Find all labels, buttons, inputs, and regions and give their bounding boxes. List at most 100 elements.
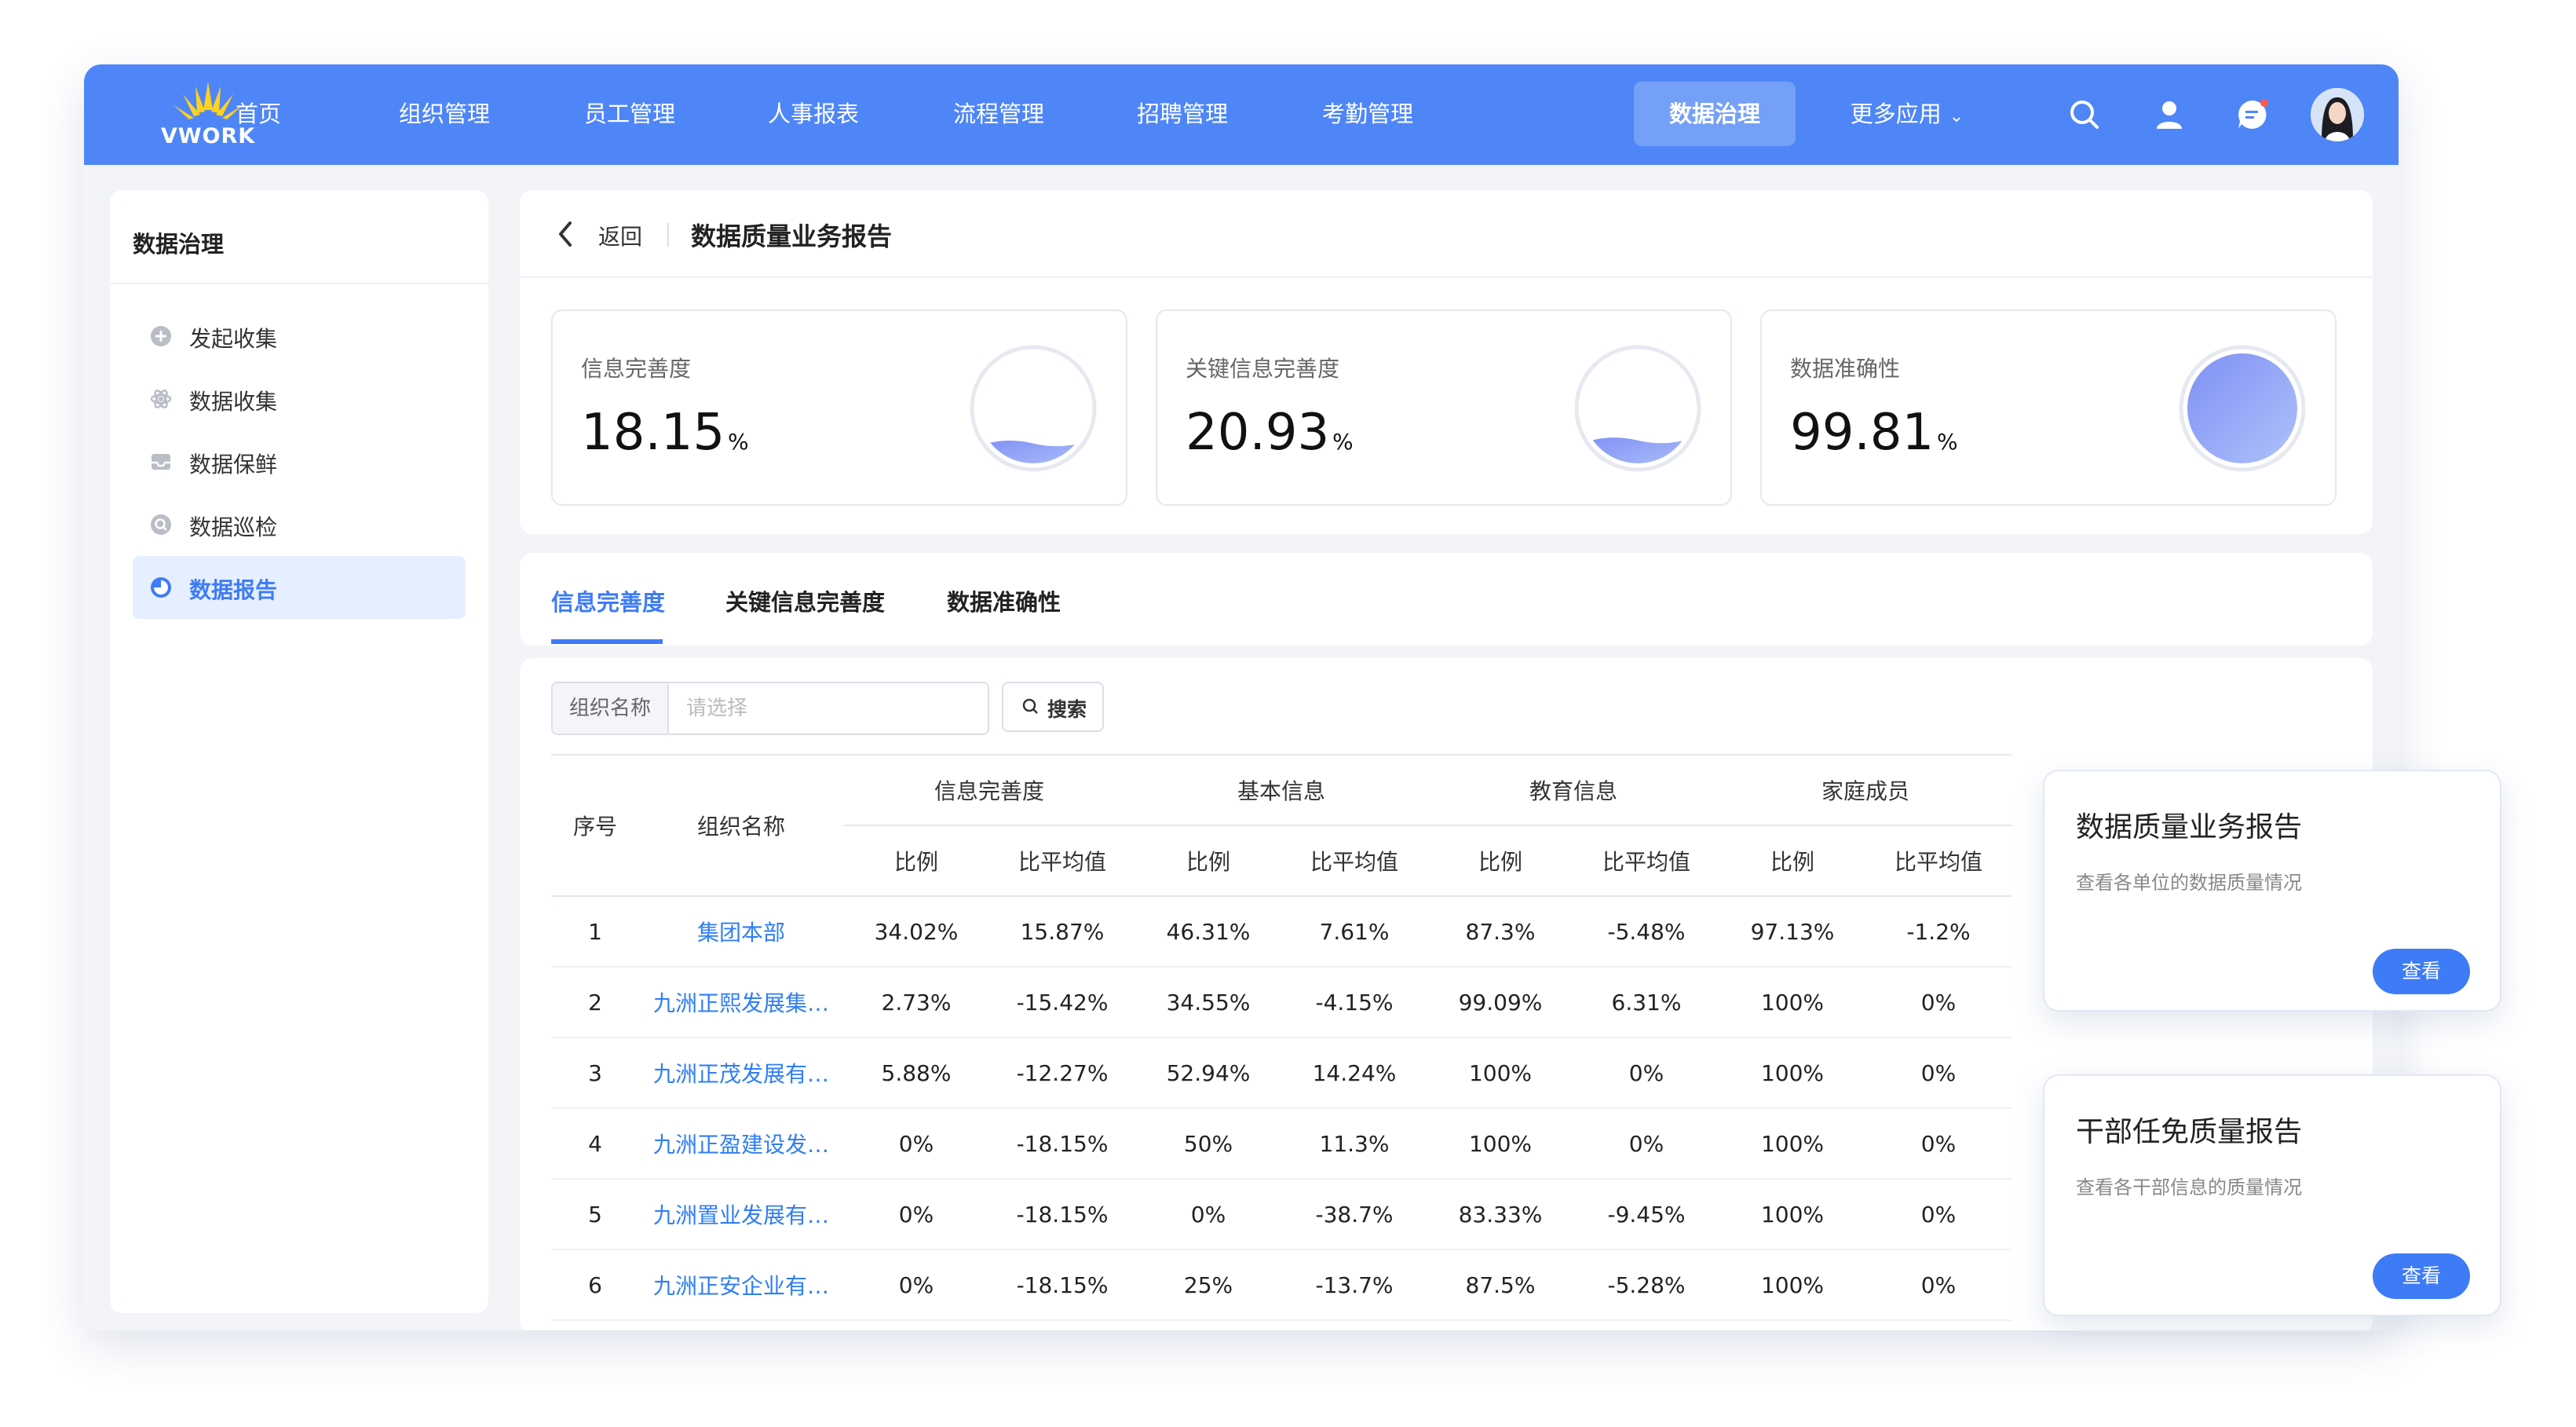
sidebar-item-data-inspection[interactable]: 数据巡检 [133,493,466,556]
report-header-card: 返回 数据质量业务报告 信息完善度 18.15 % 关键信息完善度 20.93 … [520,190,2373,534]
col-header-diff: 比平均值 [1281,825,1427,897]
col-group-info-completeness: 信息完善度 [843,755,1135,826]
cell-diff: -15.42% [989,967,1135,1038]
back-arrow-icon[interactable] [554,218,576,250]
nav-more-label: 更多应用 [1850,101,1942,127]
cell-org-link[interactable]: 集团本部 [639,896,843,968]
cell-org-link[interactable]: 九洲置业发展有… [639,1179,843,1250]
nav-item-recruit[interactable]: 招聘管理 [1117,82,1248,146]
stat-card-info-completeness: 信息完善度 18.15 % [551,309,1127,506]
cell-diff: 7.61% [1281,896,1427,968]
table-body: 1 集团本部 34.02% 15.87% 46.31% 7.61% 87.3% -5.48% 9… [551,896,2011,1321]
table-row: 1 集团本部 34.02% 15.87% 46.31% 7.61% 87.3% -5.48% 9… [551,896,2011,968]
cell-diff: 6.31% [1573,967,1719,1038]
col-header-ratio: 比例 [1719,825,1865,897]
cell-ratio: 87.5% [1427,1250,1573,1321]
cell-org-link[interactable]: 九洲正熙发展集… [639,967,843,1038]
cell-diff: 11.3% [1281,1108,1427,1180]
back-button[interactable]: 返回 [598,220,642,251]
nav-item-attendance[interactable]: 考勤管理 [1303,82,1433,146]
user-icon[interactable] [2150,96,2188,134]
search-button[interactable]: 搜索 [1002,682,1104,732]
tab-key-info-completeness[interactable]: 关键信息完善度 [725,584,885,617]
report-card-cadre-appointment: 干部任免质量报告 查看各干部信息的质量情况 查看 [2043,1074,2501,1316]
cell-org-link[interactable]: 九洲正安企业有… [639,1250,843,1321]
nav-item-org[interactable]: 组织管理 [379,82,510,146]
cell-diff: 0% [1865,1250,2011,1321]
cell-ratio: 100% [1719,1250,1865,1321]
avatar[interactable] [2311,88,2364,141]
search-button-label: 搜索 [1047,698,1087,721]
stat-unit: % [1332,429,1354,455]
report-card-desc: 查看各干部信息的质量情况 [2076,1176,2302,1198]
cell-diff: 14.24% [1281,1037,1427,1109]
cell-diff: -9.45% [1573,1179,1719,1250]
search-icon [1022,698,1038,714]
cell-ratio: 83.33% [1427,1179,1573,1250]
org-filter: 组织名称 请选择 [551,682,989,735]
sidebar-item-label: 数据报告 [189,577,278,603]
nav-item-process[interactable]: 流程管理 [934,82,1064,146]
col-header-ratio: 比例 [1135,825,1281,897]
sidebar-item-data-report[interactable]: 数据报告 [133,556,466,619]
cell-ratio: 50% [1135,1108,1281,1180]
inbox-icon [150,451,172,473]
cell-diff: -18.15% [989,1108,1135,1180]
cell-index: 2 [551,967,639,1038]
active-tab-indicator [551,639,663,644]
stat-label: 数据准确性 [1790,356,1901,382]
message-icon[interactable] [2234,96,2271,134]
gauge-liquid [2187,353,2297,463]
tab-data-accuracy[interactable]: 数据准确性 [947,584,1061,617]
cell-diff: 0% [1865,967,2011,1038]
nav-item-hr-report[interactable]: 人事报表 [748,82,879,146]
cell-diff: -18.15% [989,1250,1135,1321]
col-group-basic-info: 基本信息 [1135,755,1427,826]
nav-item-more[interactable]: 更多应用 ⌄ [1829,82,1986,146]
cell-diff: 0% [1865,1037,2011,1109]
cell-ratio: 99.09% [1427,967,1573,1038]
nav-item-home[interactable]: 首页 [203,82,313,146]
sidebar-item-label: 数据保鲜 [189,452,278,477]
sidebar-item-label: 数据巡检 [189,514,278,540]
sidebar: 数据治理 发起收集 数据收集 数据保鲜 数据巡检 数据报告 [110,190,488,1313]
gauge-info-completeness [970,345,1097,472]
table-row: 3 九洲正茂发展有… 5.88% -12.27% 52.94% 14.24% 100% 0% 1… [551,1037,2011,1109]
quality-table: 序号 组织名称 信息完善度 基本信息 教育信息 家庭成员 比例 比平均值 比例 … [551,754,2011,1321]
cell-ratio: 100% [1427,1037,1573,1109]
cell-ratio: 100% [1719,967,1865,1038]
sidebar-item-data-collection[interactable]: 数据收集 [133,368,466,430]
cell-ratio: 97.13% [1719,896,1865,968]
col-header-ratio: 比例 [843,825,989,897]
nav-item-data-governance[interactable]: 数据治理 [1634,82,1796,146]
cell-index: 4 [551,1108,639,1180]
cell-index: 5 [551,1179,639,1250]
cell-index: 1 [551,896,639,968]
cell-org-link[interactable]: 九洲正茂发展有… [639,1037,843,1109]
cell-diff: -1.2% [1865,896,2011,968]
tab-info-completeness[interactable]: 信息完善度 [551,584,665,617]
org-select-input[interactable]: 请选择 [669,683,983,734]
view-button[interactable]: 查看 [2373,949,2470,994]
header-separator [667,223,669,247]
col-group-family-members: 家庭成员 [1719,755,2011,826]
cell-diff: -13.7% [1281,1250,1427,1321]
cell-diff: -5.28% [1573,1250,1719,1321]
cell-diff: 15.87% [989,896,1135,968]
col-header-org: 组织名称 [639,755,843,897]
cell-ratio: 0% [843,1250,989,1321]
report-card-title: 干部任免质量报告 [2076,1116,2303,1148]
sidebar-item-data-fresh[interactable]: 数据保鲜 [133,430,466,493]
sidebar-item-start-collection[interactable]: 发起收集 [133,305,466,368]
view-button[interactable]: 查看 [2373,1253,2470,1299]
col-header-diff: 比平均值 [1865,825,2011,897]
cell-ratio: 100% [1719,1037,1865,1109]
cell-org-link[interactable]: 九洲正盈建设发… [639,1108,843,1180]
header-divider [520,276,2373,278]
search-icon[interactable] [2066,96,2103,134]
nav-item-staff[interactable]: 员工管理 [565,82,695,146]
stat-value: 20.93 [1186,404,1330,462]
cell-diff: 0% [1865,1108,2011,1180]
cell-ratio: 100% [1719,1179,1865,1250]
sidebar-divider [110,283,488,284]
